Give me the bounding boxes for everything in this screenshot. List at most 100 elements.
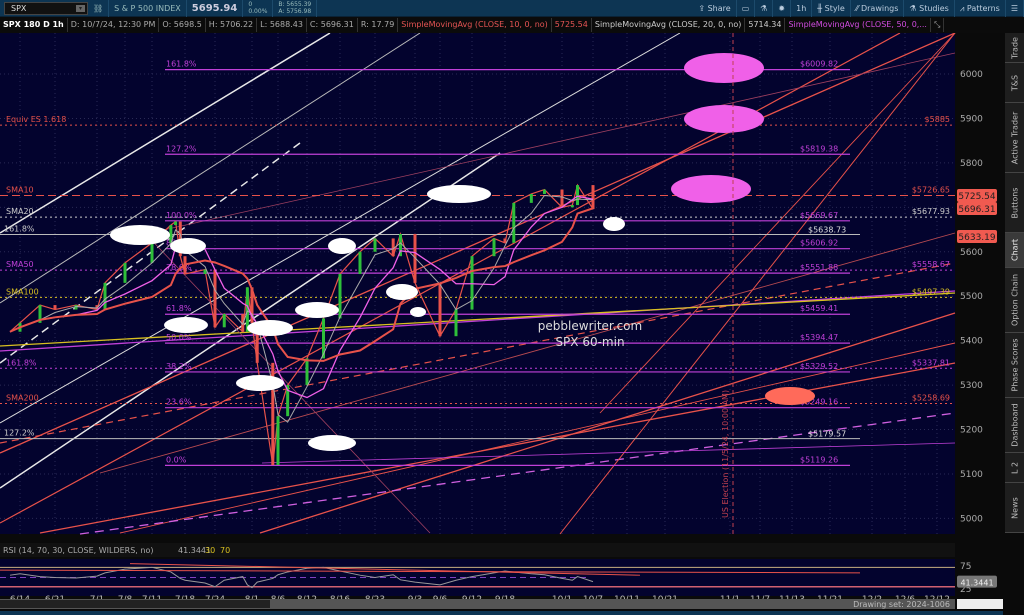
side-tab-trade[interactable]: Trade [1005,33,1024,63]
price-badge-text: 5696.31 [958,205,995,215]
scrollbar-thumb[interactable] [0,600,270,608]
fib-level-label: 100.0% [166,211,197,220]
price-candle [213,269,217,328]
price-chart[interactable]: 6000590058005700560055005400530052005100… [0,33,1003,615]
style-button[interactable]: ╫ Style [812,0,851,17]
fib-level-price: $5606.92 [800,239,838,248]
timeframe-button[interactable]: 1h [791,0,813,17]
price-candle [276,416,280,466]
price-tick-label: 5600 [960,248,983,258]
side-tab-active-trader[interactable]: Active Trader [1005,103,1024,173]
price-badge-text: 5725.54 [958,192,995,202]
side-tab-t-s[interactable]: T&S [1005,63,1024,103]
gear-icon[interactable]: ✹ [773,0,792,17]
price-candle [373,238,377,252]
price-candle [542,189,546,194]
ma-level-label: SMA20 [6,207,34,216]
price-candle [576,185,579,206]
target-ellipse [110,225,170,245]
patterns-button[interactable]: ⩘ Patterns [955,0,1006,17]
target-ellipse [427,185,491,203]
sma50-study[interactable]: SimpleMovingAvg (CLOSE, 50, 0,... [785,18,931,32]
price-candle [492,238,496,257]
change: 0 0.00% [243,0,274,17]
ma-level-price: $5677.93 [912,207,950,216]
target-ellipse [684,105,764,133]
symbol-input[interactable]: SPX ▾ [4,1,88,15]
ma-level-price: $5337.81 [912,358,950,367]
white-level-price: $5638.73 [808,226,846,235]
price-candle [503,238,507,243]
flask-icon: ⚗ [909,3,920,13]
price-candle [358,251,362,274]
toolbar: SPX ▾ ⛓ S & P 500 INDEX 5695.94 0 0.00% B:… [0,0,1024,17]
last-price: 5695.94 [187,0,244,17]
chart-title: SPX 180 D 1h [0,18,68,32]
sma10-study[interactable]: SimpleMovingAvg (CLOSE, 10, 0, no) [398,18,552,32]
price-tick-label: 6000 [960,70,983,80]
price-candle [222,313,226,328]
price-badge-text: 5633.19 [958,233,995,243]
watermark-subtitle: SPX 60-min [555,335,624,349]
side-tab-chart[interactable]: Chart [1005,233,1024,268]
price-candle [338,273,342,319]
flask-icon[interactable]: ⚗ [755,0,774,17]
target-ellipse [684,53,764,83]
side-tab-option-chain[interactable]: Option Chain [1005,268,1024,333]
ma-level-label: Equiv ES 1.618 [6,115,66,124]
bar-close: C: 5696.31 [307,18,358,32]
fib-level-price: $5669.67 [800,211,838,220]
side-tab-buttons[interactable]: Buttons [1005,173,1024,233]
ma-level-price: $5558.67 [912,260,950,269]
fib-level-price: $5119.26 [800,455,838,464]
bar-range: R: 17.79 [358,18,399,32]
ma-level-label: SMA200 [6,393,39,402]
fib-level-price: $5394.47 [800,333,838,342]
ma-level-label: SMA100 [6,287,39,296]
side-tab-l-2[interactable]: L 2 [1005,453,1024,483]
price-candle [512,202,516,243]
target-ellipse [603,217,625,231]
ma-level-label: SMA50 [6,260,34,269]
target-ellipse [164,317,208,333]
chart-info-bar: SPX 180 D 1h D: 10/7/24, 12:30 PM O: 569… [0,17,1024,33]
fib-level-label: 0.0% [166,455,187,464]
bar-low: L: 5688.43 [257,18,307,32]
price-tick-label: 5800 [960,159,983,169]
side-tab-phase-scores[interactable]: Phase Scores [1005,333,1024,398]
price-candle [454,309,458,337]
chevron-down-icon[interactable]: ▾ [76,4,85,12]
drawings-button[interactable]: ⁄⁄ Drawings [851,0,905,17]
fib-level-label: 23.6% [166,398,192,407]
price-candle [529,193,533,203]
rsi-tick: 75 [960,562,971,572]
alert-icon[interactable]: ▭ [737,0,756,17]
menu-icon[interactable]: ☰ [1006,0,1024,17]
price-candle [123,262,127,283]
price-tick-label: 5100 [960,470,983,480]
share-button[interactable]: ⇪ Share [693,0,737,17]
price-candle [570,205,574,208]
target-ellipse [295,302,339,318]
white-level-label: 161.8% [4,225,35,234]
price-tick-label: 5000 [960,514,983,524]
link-icon[interactable]: ⛓ [88,0,110,17]
share-icon: ⇪ [698,3,708,13]
target-ellipse [236,375,284,391]
sma20-value: 5714.34 [745,18,786,32]
sma20-study[interactable]: SimpleMovingAvg (CLOSE, 20, 0, no) [592,18,746,32]
rsi-os: 70 [220,546,230,555]
target-ellipse [386,284,418,300]
sma10-value: 5725.54 [552,18,592,32]
side-tab-dashboard[interactable]: Dashboard [1005,398,1024,453]
target-ellipse [671,175,751,203]
side-tab-news[interactable]: News [1005,483,1024,533]
rsi-ob: 30 [205,546,215,555]
drawing-set-label: Drawing set: 2024-1006 [853,600,950,609]
collapse-icon[interactable]: ⤡ [931,18,945,32]
white-level-price: $5179.57 [808,430,846,439]
statusbar [957,599,1003,609]
studies-button[interactable]: ⚗ Studies [904,0,955,17]
fib-level-price: $5819.38 [800,144,838,153]
event-label: US Election (11/5/24, 10:00 AM) [721,390,730,518]
